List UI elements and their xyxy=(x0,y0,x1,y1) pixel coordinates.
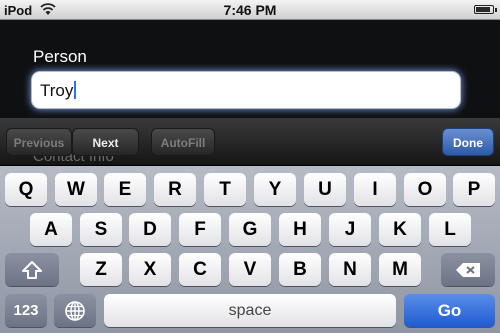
globe-icon xyxy=(65,300,85,321)
next-button[interactable]: Next xyxy=(72,128,139,156)
battery-level xyxy=(476,7,490,12)
backspace-key[interactable] xyxy=(441,253,495,286)
key-e[interactable]: E xyxy=(104,173,146,206)
space-key[interactable]: space xyxy=(104,294,396,327)
status-bar: iPod 7:46 PM xyxy=(0,0,500,20)
key-l[interactable]: L xyxy=(429,213,471,246)
key-i[interactable]: I xyxy=(354,173,396,206)
previous-button[interactable]: Previous xyxy=(6,128,72,156)
key-q[interactable]: Q xyxy=(5,173,47,206)
key-k[interactable]: K xyxy=(379,213,421,246)
battery-icon xyxy=(474,5,494,14)
shift-icon xyxy=(22,260,42,279)
text-caret xyxy=(74,81,77,99)
key-b[interactable]: B xyxy=(279,253,321,286)
person-input-value: Troy xyxy=(40,81,74,100)
key-d[interactable]: D xyxy=(129,213,171,246)
key-t[interactable]: T xyxy=(204,173,246,206)
shift-key[interactable] xyxy=(5,253,59,286)
autofill-button[interactable]: AutoFill xyxy=(151,128,215,156)
key-s[interactable]: S xyxy=(80,213,122,246)
keyboard: Q W E R T Y U I O P A S D F G H J K L Z … xyxy=(0,166,500,333)
key-o[interactable]: O xyxy=(404,173,446,206)
key-a[interactable]: A xyxy=(30,213,72,246)
key-f[interactable]: F xyxy=(179,213,221,246)
numbers-key[interactable]: 123 xyxy=(5,294,47,327)
key-y[interactable]: Y xyxy=(254,173,296,206)
done-button[interactable]: Done xyxy=(442,128,494,156)
backspace-icon xyxy=(456,262,480,277)
person-label: Person xyxy=(33,47,87,66)
go-key[interactable]: Go xyxy=(404,294,495,327)
key-j[interactable]: J xyxy=(329,213,371,246)
status-time: 7:46 PM xyxy=(223,2,277,18)
battery-tip xyxy=(495,8,497,12)
key-r[interactable]: R xyxy=(154,173,196,206)
key-v[interactable]: V xyxy=(229,253,271,286)
key-p[interactable]: P xyxy=(453,173,495,206)
key-m[interactable]: M xyxy=(379,253,421,286)
globe-key[interactable] xyxy=(54,294,96,327)
keyboard-toolbar: Contact Info Previous Next AutoFill Done xyxy=(0,118,500,166)
key-w[interactable]: W xyxy=(55,173,97,206)
key-z[interactable]: Z xyxy=(80,253,122,286)
key-c[interactable]: C xyxy=(179,253,221,286)
key-g[interactable]: G xyxy=(229,213,271,246)
key-n[interactable]: N xyxy=(329,253,371,286)
key-x[interactable]: X xyxy=(129,253,171,286)
key-h[interactable]: H xyxy=(279,213,321,246)
form-area: Person Troy xyxy=(0,20,500,129)
person-input[interactable]: Troy xyxy=(31,71,461,109)
key-u[interactable]: U xyxy=(304,173,346,206)
